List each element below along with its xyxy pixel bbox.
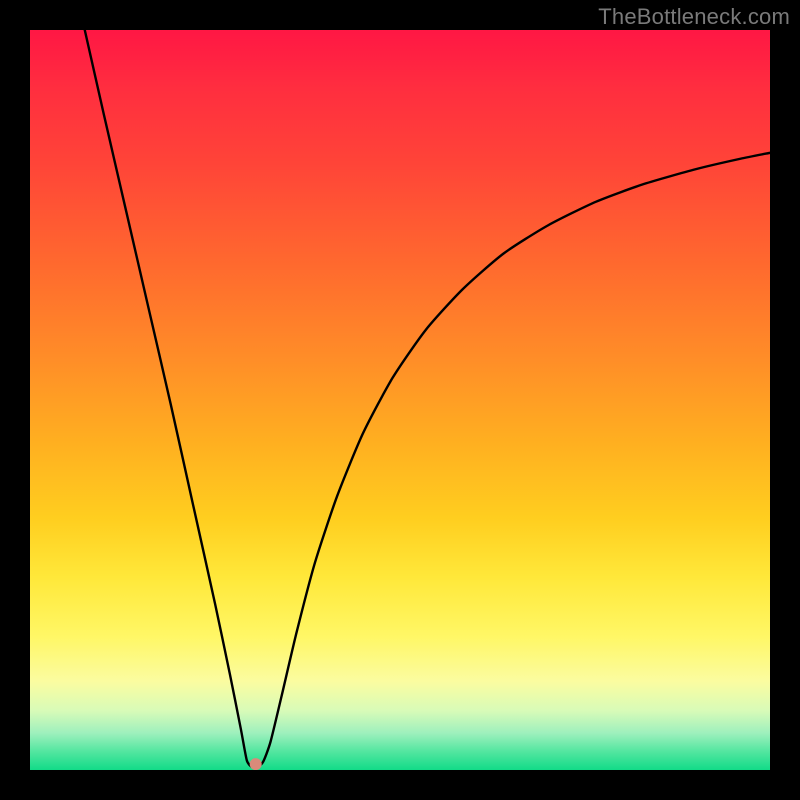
chart-curve	[30, 30, 770, 770]
attribution-text: TheBottleneck.com	[598, 4, 790, 30]
chart-plot-area	[30, 30, 770, 770]
chart-frame: TheBottleneck.com	[0, 0, 800, 800]
